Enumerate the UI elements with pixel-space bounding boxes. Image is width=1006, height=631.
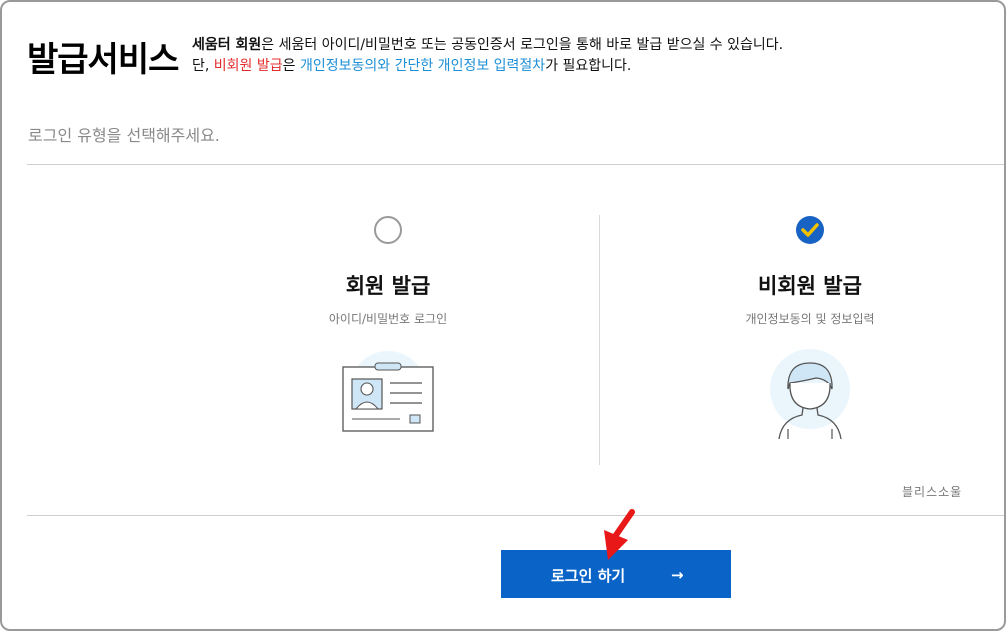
member-issuance-option[interactable]: 회원 발급 아이디/비밀번호 로그인 — [238, 216, 538, 439]
option-divider — [599, 215, 600, 465]
non-member-option-title: 비회원 발급 — [758, 274, 862, 298]
non-member-option-subtitle: 개인정보동의 및 정보입력 — [745, 312, 875, 326]
login-button-label: 로그인 하기 — [551, 567, 626, 585]
non-member-radio-checked[interactable] — [796, 216, 824, 244]
non-member-issuance-option[interactable]: 비회원 발급 개인정보동의 및 정보입력 — [660, 216, 960, 439]
check-icon — [801, 223, 819, 237]
non-member-highlight: 비회원 발급 — [213, 58, 283, 74]
watermark: 블리스소울 — [902, 485, 963, 499]
description-line-2: 단, 비회원 발급은 개인정보동의와 간단한 개인정보 입력절차가 필요합니다. — [192, 56, 783, 77]
person-icon — [770, 349, 850, 439]
description-text-1: 은 세움터 아이디/비밀번호 또는 공동인증서 로그인을 통해 바로 발급 받으… — [261, 37, 784, 53]
arrow-right-icon: → — [671, 566, 684, 584]
description-prefix: 단, — [192, 58, 214, 74]
issuance-panel: 발급서비스 세움터 회원은 세움터 아이디/비밀번호 또는 공동인증서 로그인을… — [0, 0, 1006, 631]
id-card-icon — [342, 351, 434, 432]
description-line-1: 세움터 회원은 세움터 아이디/비밀번호 또는 공동인증서 로그인을 통해 바로… — [192, 35, 783, 56]
consent-highlight: 개인정보동의와 간단한 개인정보 입력절차 — [299, 58, 546, 74]
description-mid: 은 — [282, 58, 300, 74]
bottom-divider — [27, 515, 1004, 516]
service-description: 세움터 회원은 세움터 아이디/비밀번호 또는 공동인증서 로그인을 통해 바로… — [192, 35, 783, 77]
red-pointer-arrow-icon — [604, 509, 635, 560]
description-suffix: 가 필요합니다. — [545, 58, 632, 74]
login-type-prompt: 로그인 유형을 선택해주세요. — [28, 126, 220, 145]
member-radio[interactable] — [374, 216, 402, 244]
member-option-title: 회원 발급 — [345, 274, 431, 298]
page-title: 발급서비스 — [27, 40, 179, 80]
member-label: 세움터 회원 — [192, 37, 262, 53]
top-divider — [27, 164, 1004, 165]
member-option-subtitle: 아이디/비밀번호 로그인 — [328, 312, 448, 326]
